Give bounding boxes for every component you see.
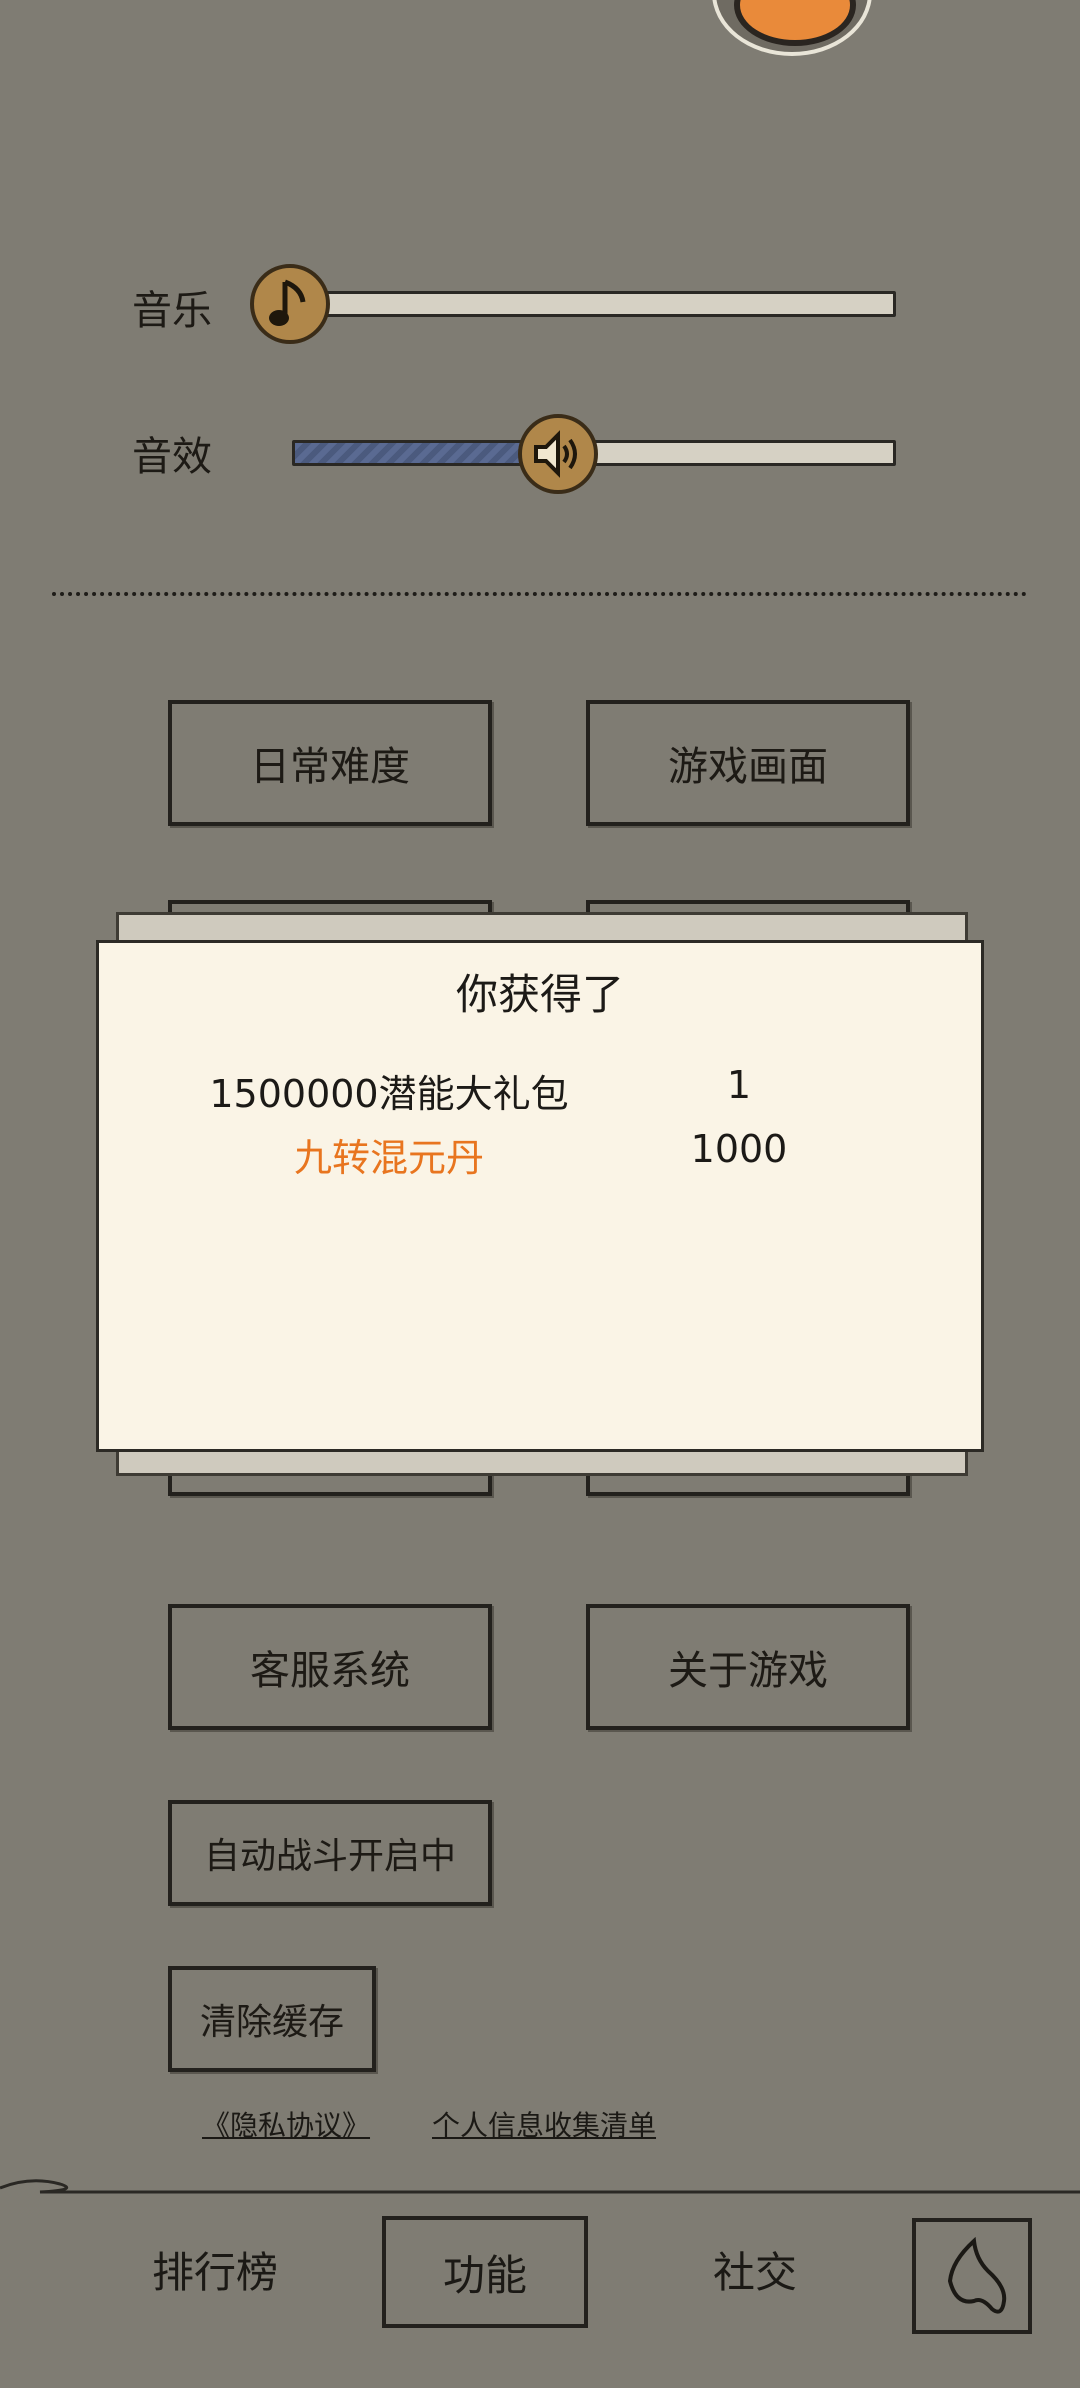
music-note-icon <box>269 279 306 326</box>
speaker-icon <box>534 430 577 478</box>
customer-service-label: 客服系统 <box>250 1648 410 1694</box>
game-graphics-button[interactable]: 游戏画面 <box>586 700 910 826</box>
reward-row: 1500000潜能大礼包 1 <box>99 1063 981 1123</box>
sfx-slider-knob[interactable] <box>518 414 598 494</box>
game-graphics-label: 游戏画面 <box>668 744 828 790</box>
info-collection-link[interactable]: 个人信息收集清单 <box>432 2104 656 2144</box>
reward-row: 九转混元丹 1000 <box>99 1127 981 1187</box>
nav-ranking[interactable]: 排行榜 <box>120 2214 310 2324</box>
clear-cache-button[interactable]: 清除缓存 <box>168 1966 376 2072</box>
reward-qty: 1 <box>726 1063 752 1107</box>
back-arrow-icon <box>947 2236 1007 2314</box>
reward-name: 九转混元丹 <box>293 1136 484 1180</box>
nav-ranking-label: 排行榜 <box>151 2247 278 2297</box>
customer-service-button[interactable]: 客服系统 <box>168 1604 492 1730</box>
auto-battle-label: 自动战斗开启中 <box>203 1836 456 1877</box>
avatar[interactable] <box>712 0 872 56</box>
sfx-label: 音效 <box>132 434 212 480</box>
reward-name: 1500000潜能大礼包 <box>209 1072 569 1116</box>
music-slider[interactable] <box>300 291 896 317</box>
dialog-title: 你获得了 <box>455 970 624 1019</box>
about-game-label: 关于游戏 <box>668 1648 828 1694</box>
nav-divider <box>0 2179 1080 2194</box>
privacy-policy-link[interactable]: 《隐私协议》 <box>202 2104 370 2144</box>
reward-dialog[interactable]: 你获得了 1500000潜能大礼包 1 九转混元丹 1000 <box>96 940 984 1452</box>
auto-battle-button[interactable]: 自动战斗开启中 <box>168 1800 492 1906</box>
daily-difficulty-button[interactable]: 日常难度 <box>168 700 492 826</box>
reward-qty: 1000 <box>690 1127 788 1171</box>
nav-social-label: 社交 <box>712 2247 797 2297</box>
music-label: 音乐 <box>132 288 212 334</box>
daily-difficulty-label: 日常难度 <box>250 744 410 790</box>
avatar-face-icon <box>734 0 856 46</box>
about-game-button[interactable]: 关于游戏 <box>586 1604 910 1730</box>
nav-back-button[interactable] <box>912 2218 1032 2334</box>
nav-social[interactable]: 社交 <box>660 2214 850 2324</box>
nav-functions[interactable]: 功能 <box>382 2216 588 2328</box>
nav-functions-label: 功能 <box>442 2250 527 2300</box>
section-divider <box>52 592 1027 596</box>
music-slider-knob[interactable] <box>250 264 330 344</box>
clear-cache-label: 清除缓存 <box>199 2002 344 2043</box>
